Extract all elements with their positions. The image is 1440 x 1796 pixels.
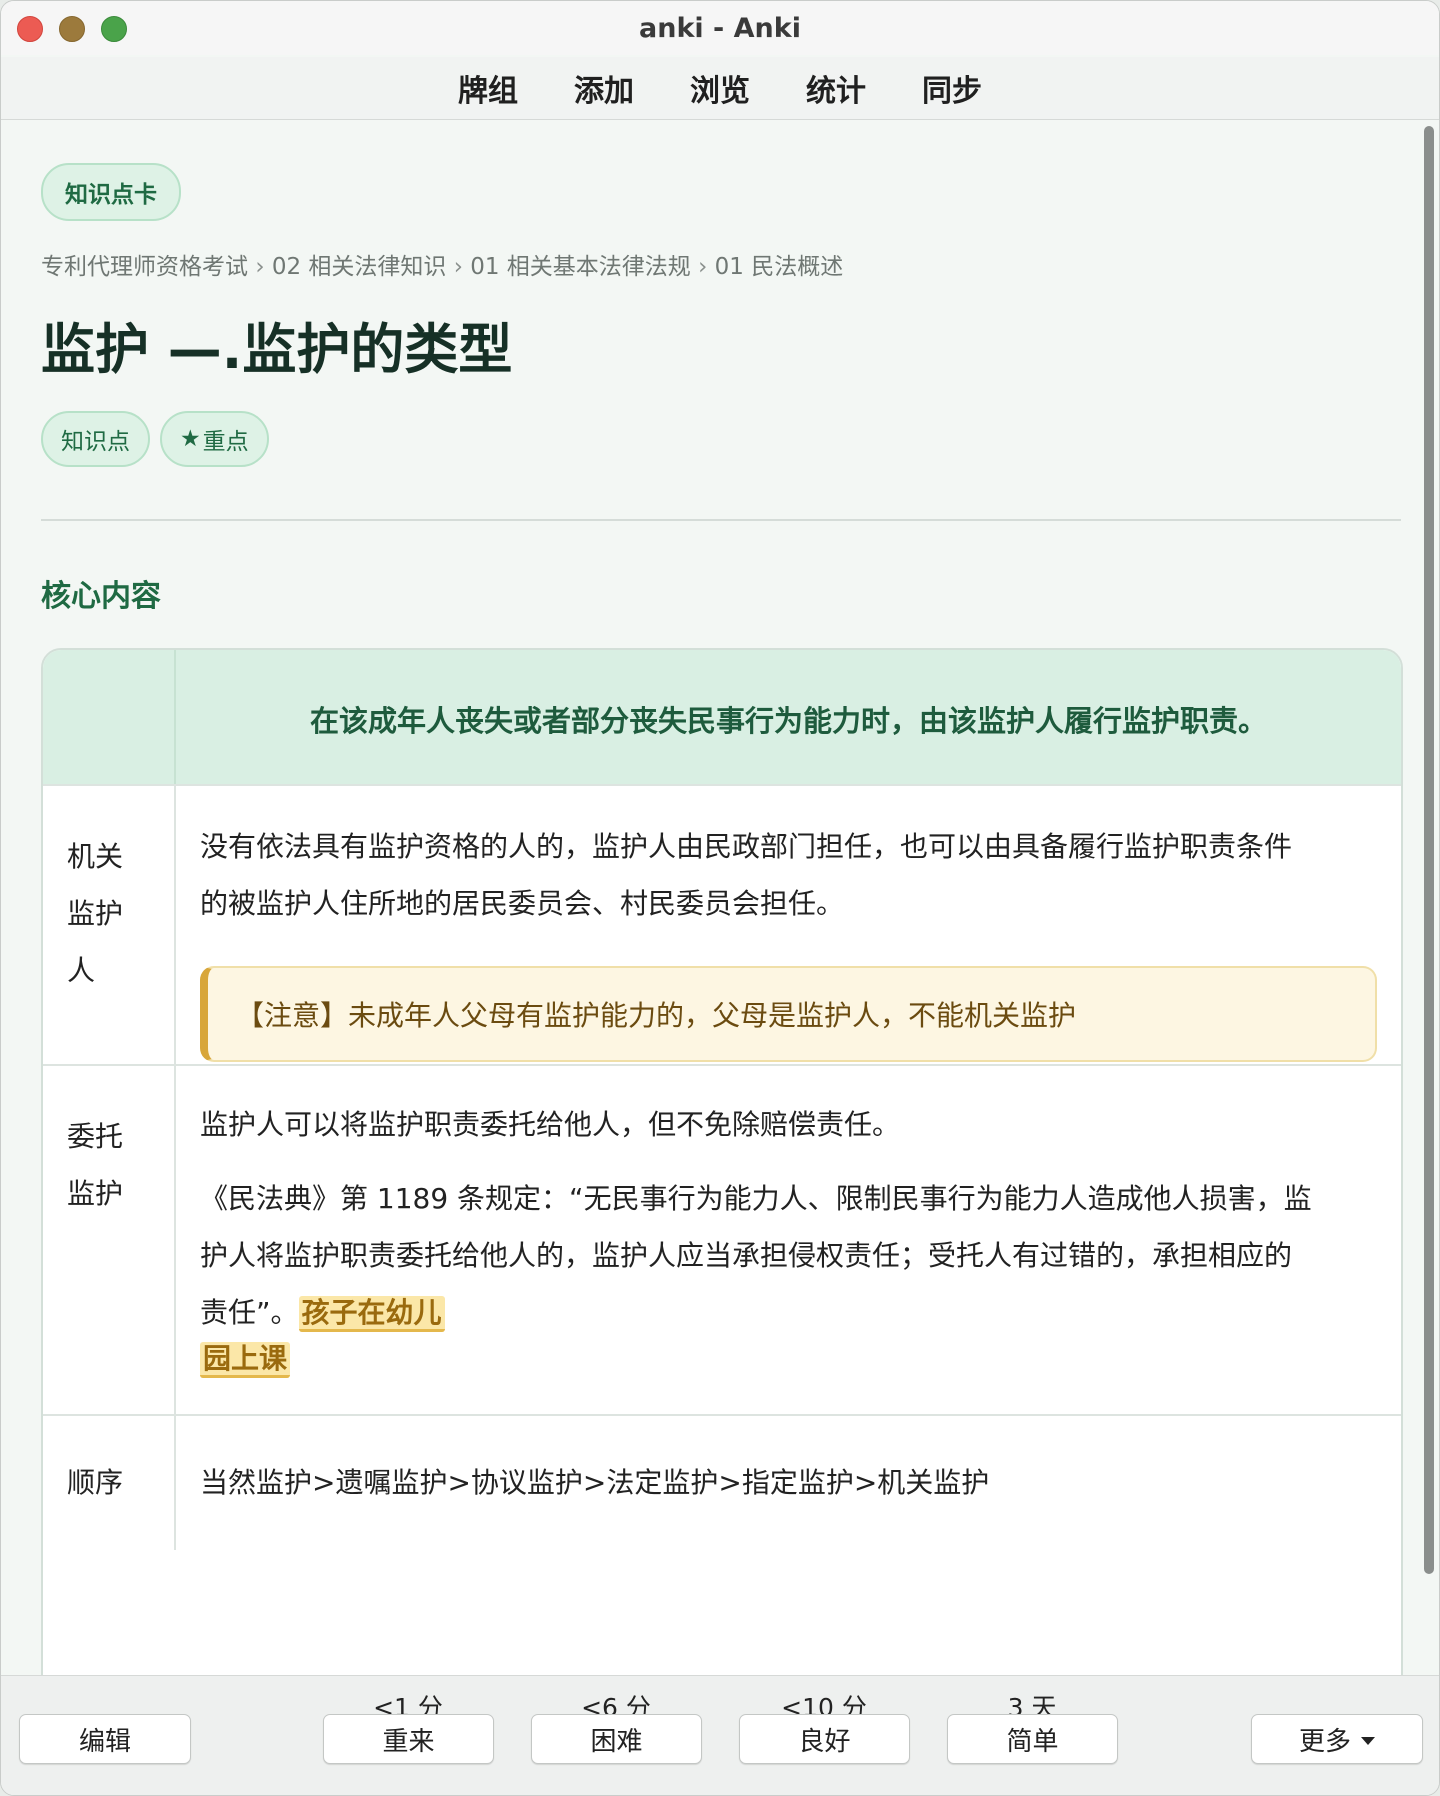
window-controls	[17, 16, 127, 42]
table-header-text: 在该成年人丧失或者部分丧失民事行为能力时，由该监护人履行监护职责。	[309, 704, 1267, 738]
table-row: 机关 监护 人 没有依法具有监护资格的人的，监护人由民政部门担任，也可以由具备履…	[43, 786, 1401, 1066]
edit-button[interactable]: 编辑	[19, 1714, 191, 1764]
tag-list: 知识点 ★ 重点	[41, 411, 269, 467]
easy-button[interactable]: 简单	[947, 1714, 1118, 1764]
title-bar: anki - Anki	[1, 1, 1439, 55]
table-header-label-cell	[43, 650, 176, 784]
table-header-cell: 在该成年人丧失或者部分丧失民事行为能力时，由该监护人履行监护职责。	[176, 650, 1401, 784]
row-label-line: 机关	[67, 840, 124, 873]
table-header-row: 在该成年人丧失或者部分丧失民事行为能力时，由该监护人履行监护职责。	[43, 650, 1401, 786]
content-table: 在该成年人丧失或者部分丧失民事行为能力时，由该监护人履行监护职责。 机关 监护 …	[41, 648, 1403, 1675]
close-window-button[interactable]	[17, 16, 43, 42]
row-label-cell: 委托 监护	[43, 1066, 176, 1414]
zoom-window-button[interactable]	[101, 16, 127, 42]
highlighted-text: 园上课	[200, 1342, 291, 1378]
breadcrumb: 专利代理师资格考试 › 02 相关法律知识 › 01 相关基本法律法规 › 01…	[41, 247, 843, 281]
anki-window: anki - Anki 牌组 添加 浏览 统计 同步 知识点卡 专利代理师资格考…	[0, 0, 1440, 1796]
toolbar-add[interactable]: 添加	[574, 66, 634, 110]
more-button[interactable]: 更多	[1251, 1714, 1423, 1764]
breadcrumb-item: 01 民法概述	[714, 254, 844, 280]
breadcrumb-separator: ›	[255, 254, 265, 280]
row-text-line: 护人将监护职责委托给他人的，监护人应当承担侵权责任；受托人有过错的，承担相应的	[200, 1239, 1293, 1272]
row-label-cell: 机关 监护 人	[43, 786, 176, 1064]
toolbar-browse[interactable]: 浏览	[690, 66, 750, 110]
breadcrumb-separator: ›	[453, 254, 463, 280]
again-button[interactable]: 重来	[323, 1714, 494, 1764]
highlighted-text: 孩子在幼儿	[298, 1296, 445, 1332]
row-text: 当然监护>遗嘱监护>协议监护>法定监护>指定监护>机关监护	[200, 1466, 990, 1499]
row-label-cell: 顺序	[43, 1416, 176, 1550]
table-row: 顺序 当然监护>遗嘱监护>协议监护>法定监护>指定监护>机关监护	[43, 1416, 1401, 1550]
row-text-line: 没有依法具有监护资格的人的，监护人由民政部门担任，也可以由具备履行监护职责条件	[200, 830, 1293, 863]
dropdown-caret-icon	[1361, 1737, 1375, 1745]
row-label-line: 委托	[67, 1120, 124, 1153]
more-button-label: 更多	[1298, 1726, 1351, 1757]
row-text: 园上课	[200, 1330, 1377, 1387]
row-text: 监护人可以将监护职责委托给他人，但不免除赔偿责任。	[200, 1108, 901, 1141]
note-callout: 【注意】未成年人父母有监护能力的，父母是监护人，不能机关监护	[200, 966, 1377, 1062]
tag-key-point: ★ 重点	[160, 411, 269, 467]
tag-label: 知识点	[61, 429, 130, 455]
card-title: 监护 —.监护的类型	[41, 318, 513, 381]
toolbar-sync[interactable]: 同步	[922, 66, 982, 110]
card-type-badge: 知识点卡	[41, 163, 181, 221]
tag-knowledge-point: 知识点	[41, 411, 150, 467]
row-label: 机关 监护 人	[67, 828, 147, 999]
row-label-line: 监护	[67, 1177, 124, 1210]
row-label: 顺序	[67, 1466, 124, 1499]
section-title: 核心内容	[41, 579, 161, 614]
star-icon: ★	[180, 426, 201, 452]
hard-button[interactable]: 困难	[531, 1714, 702, 1764]
row-content-cell: 监护人可以将监护职责委托给他人，但不免除赔偿责任。 《民法典》第 1189 条规…	[176, 1066, 1401, 1414]
row-text: 《民法典》第 1189 条规定：“无民事行为能力人、限制民事行为能力人造成他人损…	[200, 1170, 1377, 1341]
tag-label: 重点	[202, 429, 249, 455]
card-content: 知识点卡 专利代理师资格考试 › 02 相关法律知识 › 01 相关基本法律法规…	[1, 121, 1419, 1675]
row-text-tail: 责任”。	[200, 1296, 299, 1329]
breadcrumb-separator: ›	[698, 254, 708, 280]
main-toolbar: 牌组 添加 浏览 统计 同步	[1, 57, 1439, 120]
row-text-line: 的被监护人住所地的居民委员会、村民委员会担任。	[200, 887, 845, 920]
breadcrumb-item: 专利代理师资格考试	[41, 254, 248, 280]
row-label-line: 监护	[67, 897, 124, 930]
good-button[interactable]: 良好	[739, 1714, 910, 1764]
divider	[41, 519, 1401, 521]
row-label-line: 人	[67, 954, 96, 987]
toolbar-decks[interactable]: 牌组	[458, 66, 518, 110]
toolbar-stats[interactable]: 统计	[806, 66, 866, 110]
window-title: anki - Anki	[639, 12, 801, 44]
minimize-window-button[interactable]	[59, 16, 85, 42]
answer-bar: 编辑 <1 分 重来 <6 分 困难 <10 分 良好 3 天 简单 更多	[1, 1675, 1439, 1795]
row-text: 没有依法具有监护资格的人的，监护人由民政部门担任，也可以由具备履行监护职责条件 …	[200, 818, 1377, 932]
row-text-line: 《民法典》第 1189 条规定：“无民事行为能力人、限制民事行为能力人造成他人损…	[200, 1182, 1312, 1215]
scrollbar-thumb[interactable]	[1424, 126, 1434, 1574]
row-label: 委托 监护	[67, 1108, 147, 1222]
row-content-cell: 没有依法具有监护资格的人的，监护人由民政部门担任，也可以由具备履行监护职责条件 …	[176, 786, 1401, 1064]
row-content-cell: 当然监护>遗嘱监护>协议监护>法定监护>指定监护>机关监护	[176, 1416, 1401, 1550]
breadcrumb-item: 02 相关法律知识	[271, 254, 447, 280]
breadcrumb-item: 01 相关基本法律法规	[470, 254, 691, 280]
table-row: 委托 监护 监护人可以将监护职责委托给他人，但不免除赔偿责任。 《民法典》第 1…	[43, 1066, 1401, 1416]
